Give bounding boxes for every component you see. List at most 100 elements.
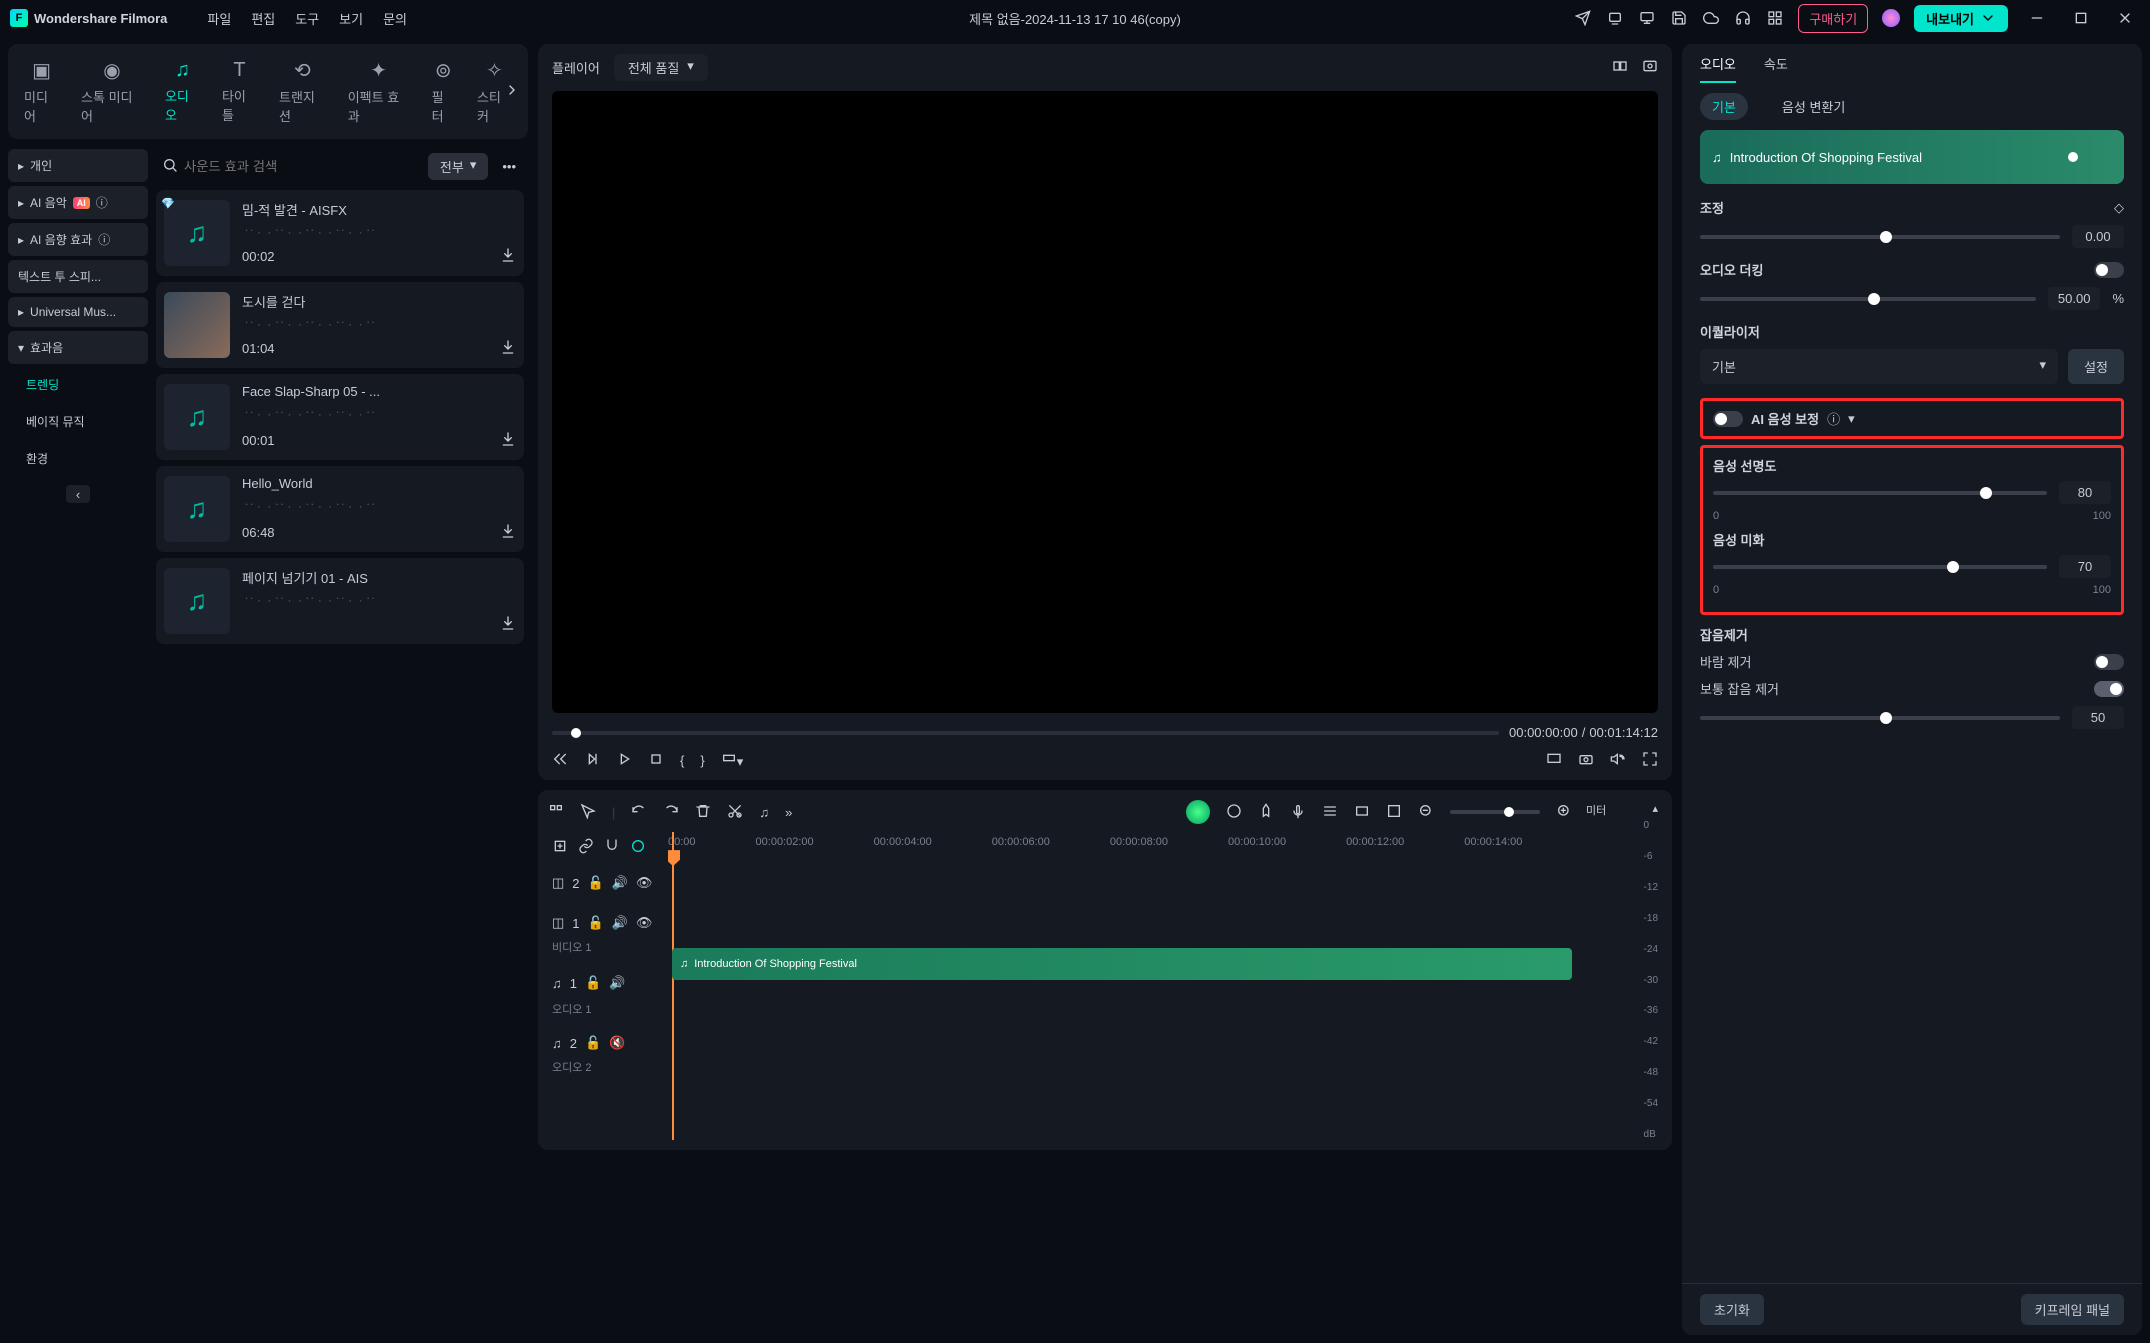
list-item[interactable]: ♫ Hello_World⠐⠂⠄⠠⠐⠂⠄⠠⠐⠂⠄⠠⠐⠂⠄⠠⠐⠂06:48 <box>156 466 524 552</box>
magnet-button[interactable] <box>604 838 620 857</box>
sort-icon[interactable]: ▴ <box>1652 802 1658 818</box>
audio-edit-button[interactable]: ♫ <box>759 805 769 820</box>
eq-preset-select[interactable]: 기본▾ <box>1700 349 2058 384</box>
marker-button[interactable] <box>1258 803 1274 822</box>
device-icon[interactable] <box>1606 9 1624 27</box>
ai-voice-toggle[interactable] <box>1713 411 1743 427</box>
lock-icon[interactable]: 🔓 <box>585 1035 601 1051</box>
download-icon[interactable] <box>500 615 516 634</box>
clarity-value[interactable]: 80 <box>2059 481 2111 504</box>
lock-icon[interactable]: 🔓 <box>588 875 604 891</box>
display-settings-button[interactable] <box>1546 751 1562 770</box>
search-input[interactable] <box>184 159 420 174</box>
cursor-tool[interactable] <box>580 803 596 822</box>
subtab-basic[interactable]: 기본 <box>1700 93 1748 120</box>
play-pause-button[interactable] <box>584 751 600 770</box>
wind-toggle[interactable] <box>2094 654 2124 670</box>
play-button[interactable] <box>616 751 632 770</box>
list-item[interactable]: 도시를 걷다⠐⠂⠄⠠⠐⠂⠄⠠⠐⠂⠄⠠⠐⠂⠄⠠⠐⠂01:04 <box>156 282 524 368</box>
track-v1[interactable] <box>668 900 1572 940</box>
ducking-toggle[interactable] <box>2094 262 2124 278</box>
wave-playhead[interactable] <box>2068 152 2078 162</box>
mute-icon[interactable]: 🔊 <box>609 975 625 991</box>
send-icon[interactable] <box>1574 9 1592 27</box>
tab-audio-props[interactable]: 오디오 <box>1700 54 1736 83</box>
mark-out-button[interactable]: } <box>700 753 704 768</box>
undo-button[interactable] <box>631 803 647 822</box>
prev-frame-button[interactable] <box>552 751 568 770</box>
tab-effects[interactable]: ✦이펙트 효과 <box>340 54 418 129</box>
menu-edit[interactable]: 편집 <box>251 9 275 28</box>
volume-icon[interactable] <box>1610 751 1626 770</box>
close-button[interactable] <box>2110 6 2140 30</box>
normal-noise-value[interactable]: 50 <box>2072 706 2124 729</box>
download-icon[interactable] <box>500 339 516 358</box>
tab-speed[interactable]: 속도 <box>1764 54 1788 83</box>
sidebar-environment[interactable]: 환경 <box>8 442 148 475</box>
normal-noise-slider[interactable] <box>1700 716 2060 720</box>
keyframe-panel-button[interactable]: 키프레임 패널 <box>2021 1294 2124 1325</box>
audio-clip[interactable]: ♫Introduction Of Shopping Festival <box>672 948 1572 980</box>
save-icon[interactable] <box>1670 9 1688 27</box>
tab-audio[interactable]: ♫오디오 <box>157 55 208 128</box>
mute-icon[interactable]: 🔊 <box>612 915 628 931</box>
track-v2[interactable] <box>668 856 1572 896</box>
eye-icon[interactable]: 👁 <box>636 875 653 891</box>
mute-off-icon[interactable]: 🔇 <box>609 1035 625 1051</box>
user-avatar[interactable] <box>1882 9 1900 27</box>
reset-button[interactable]: 초기화 <box>1700 1294 1764 1325</box>
cloud-icon[interactable] <box>1702 9 1720 27</box>
zoom-slider[interactable] <box>1450 810 1540 814</box>
cut-button[interactable] <box>727 803 743 822</box>
track-a2[interactable] <box>668 988 1572 1028</box>
eye-icon[interactable]: 👁 <box>636 915 653 931</box>
fullscreen-button[interactable] <box>1642 751 1658 770</box>
zoom-in-button[interactable] <box>1556 803 1572 822</box>
filter-dropdown[interactable]: 전부▾ <box>428 153 488 180</box>
menu-tools[interactable]: 도구 <box>295 9 319 28</box>
player-viewport[interactable] <box>552 91 1658 713</box>
download-icon[interactable] <box>500 431 516 450</box>
sidebar-ai-sfx[interactable]: ▸AI 음향 효과ⓘ <box>8 223 148 256</box>
more-tools-button[interactable]: » <box>785 805 792 820</box>
list-item[interactable]: ♫💎 밈-적 발견 - AISFX⠐⠂⠄⠠⠐⠂⠄⠠⠐⠂⠄⠠⠐⠂⠄⠠⠐⠂00:02 <box>156 190 524 276</box>
tab-media[interactable]: ▣미디어 <box>16 54 67 129</box>
info-icon[interactable]: ⓘ <box>1827 409 1840 428</box>
sidebar-tts[interactable]: 텍스트 투 스피... <box>8 260 148 293</box>
tab-titles[interactable]: T타이틀 <box>214 55 265 128</box>
sidebar-sfx[interactable]: ▾효과음 <box>8 331 148 364</box>
clip-wave[interactable]: ♫ Introduction Of Shopping Festival <box>1700 130 2124 184</box>
audio-mixer-button[interactable] <box>1322 803 1338 822</box>
mute-icon[interactable]: 🔊 <box>612 875 628 891</box>
ducking-slider[interactable] <box>1700 297 2036 301</box>
ducking-value[interactable]: 50.00 <box>2048 287 2101 310</box>
redo-button[interactable] <box>663 803 679 822</box>
sidebar-basic-music[interactable]: 베이직 뮤직 <box>8 405 148 438</box>
sidebar-collapse-button[interactable]: ‹ <box>66 485 90 503</box>
sidebar-ai-music[interactable]: ▸AI 음악AIⓘ <box>8 186 148 219</box>
track-head-a2[interactable]: ♫2🔓🔇 <box>548 1023 668 1063</box>
purchase-button[interactable]: 구매하기 <box>1798 4 1868 33</box>
more-options-button[interactable]: ••• <box>496 155 522 178</box>
normal-noise-toggle[interactable] <box>2094 681 2124 697</box>
tab-filters[interactable]: ⊚필터 <box>424 54 463 129</box>
stop-button[interactable] <box>648 751 664 770</box>
maximize-button[interactable] <box>2066 6 2096 30</box>
sidebar-trending[interactable]: 트렌딩 <box>8 368 148 401</box>
minimize-button[interactable] <box>2022 6 2052 30</box>
list-item[interactable]: ♫ 페이지 넘기기 01 - AIS⠐⠂⠄⠠⠐⠂⠄⠠⠐⠂⠄⠠⠐⠂⠄⠠⠐⠂ <box>156 558 524 644</box>
quality-dropdown[interactable]: 전체 품질▾ <box>614 54 708 81</box>
auto-ripple-button[interactable] <box>630 838 646 857</box>
track-head-v1[interactable]: ◫1🔓🔊👁 <box>548 903 668 943</box>
playhead-seek-slider[interactable] <box>552 731 1499 735</box>
sidebar-personal[interactable]: ▸개인 <box>8 149 148 182</box>
eq-settings-button[interactable]: 설정 <box>2068 349 2124 384</box>
compare-icon[interactable] <box>1612 58 1628 77</box>
voice-record-claude[interactable] <box>1290 803 1306 822</box>
list-item[interactable]: ♫ Face Slap-Sharp 05 - ...⠐⠂⠄⠠⠐⠂⠄⠠⠐⠂⠄⠠⠐⠂… <box>156 374 524 460</box>
crop-button[interactable] <box>1386 803 1402 822</box>
snapshot-icon[interactable] <box>1642 58 1658 77</box>
beautify-value[interactable]: 70 <box>2059 555 2111 578</box>
clarity-slider[interactable] <box>1713 491 2047 495</box>
keyframe-diamond-icon[interactable]: ◇ <box>2114 200 2124 216</box>
